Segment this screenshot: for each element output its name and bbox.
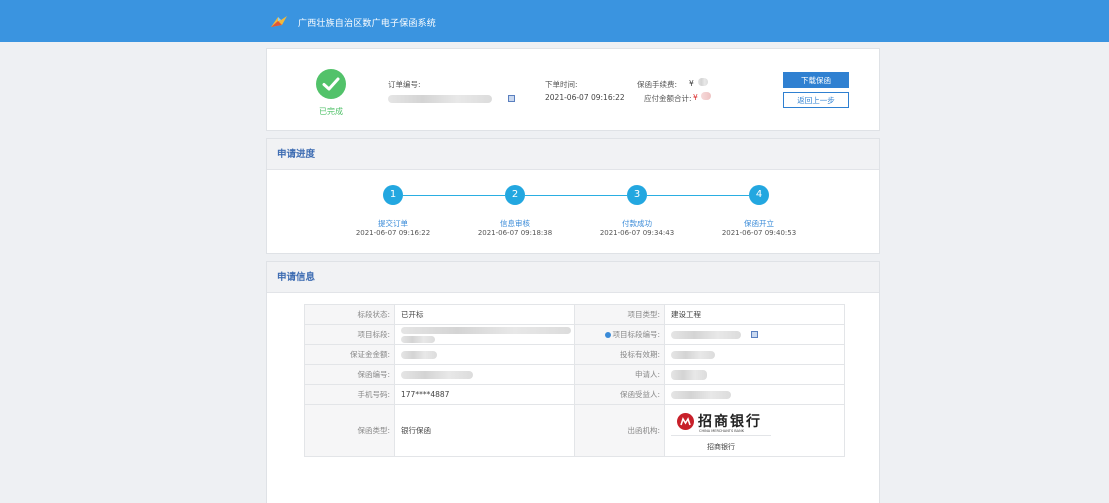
issuer-label: 出函机构: [574, 404, 665, 457]
section-no-label-cell: 项目标段编号: [574, 324, 665, 345]
step-number: 4 [749, 185, 769, 205]
redacted-value [401, 327, 571, 334]
info-title: 申请信息 [267, 262, 879, 293]
back-button[interactable]: 返回上一步 [783, 92, 849, 108]
progress-line [403, 195, 505, 196]
table-row: 手机号码: 177****4887 保函受益人: [304, 384, 845, 405]
redacted-value [671, 331, 741, 339]
beneficiary-value [664, 384, 845, 405]
applicant-value [664, 364, 845, 385]
issuer-value: 招商银行 CHINA MERCHANTS BANK 招商银行 [664, 404, 845, 457]
divider [671, 435, 771, 436]
section-value [394, 324, 575, 345]
total-value [701, 92, 711, 100]
redacted-value [671, 370, 707, 380]
redacted-value [671, 351, 715, 359]
copy-order-no-icon[interactable] [508, 95, 515, 102]
info-table: 标段状态: 已开标 项目类型: 建设工程 项目标段: 项目标段编号: 保证金金额… [304, 304, 845, 457]
bank-logo-icon [677, 413, 694, 430]
bank-card: 招商银行 CHINA MERCHANTS BANK 招商银行 [671, 408, 771, 454]
order-status: 已完成 [319, 107, 343, 116]
guarantee-type-value: 银行保函 [394, 404, 575, 457]
order-time-label: 下单时间: [545, 80, 578, 89]
application-info-card: 申请信息 标段状态: 已开标 项目类型: 建设工程 项目标段: 项目标段编号: … [266, 261, 880, 503]
app-title: 广西壮族自治区数广电子保函系统 [298, 19, 437, 29]
step-label: 提交订单 [378, 219, 408, 228]
order-time-value: 2021-06-07 09:16:22 [545, 93, 625, 102]
step-label: 保函开立 [744, 219, 774, 228]
table-row: 保函编号: 申请人: [304, 364, 845, 385]
bank-logo-en: CHINA MERCHANTS BANK [699, 429, 744, 433]
project-type-label: 项目类型: [574, 304, 665, 325]
step-number: 1 [383, 185, 403, 205]
progress-title: 申请进度 [267, 139, 879, 170]
phone-value: 177****4887 [394, 384, 575, 405]
guarantee-type-label: 保函类型: [304, 404, 395, 457]
bid-status-label: 标段状态: [304, 304, 395, 325]
total-currency: ¥ [693, 93, 698, 102]
step-label: 付款成功 [622, 219, 652, 228]
project-type-value: 建设工程 [664, 304, 845, 325]
step-time: 2021-06-07 09:34:43 [599, 229, 675, 237]
progress-card: 申请进度 1 2 3 4 提交订单 信息审核 付款成功 保函开立 2021-06… [266, 138, 880, 254]
section-label: 项目标段: [304, 324, 395, 345]
guarantee-no-value [394, 364, 575, 385]
fee-currency: ¥ [689, 79, 694, 88]
copy-section-no-icon[interactable] [751, 331, 758, 338]
table-row: 项目标段: 项目标段编号: [304, 324, 845, 345]
order-no-value [388, 95, 492, 103]
deposit-label: 保证金金额: [304, 344, 395, 365]
download-guarantee-button[interactable]: 下载保函 [783, 72, 849, 88]
step-number: 3 [627, 185, 647, 205]
info-icon [605, 332, 612, 338]
top-bar: 广西壮族自治区数广电子保函系统 [0, 0, 1109, 42]
table-row: 保证金金额: 投标有效期: [304, 344, 845, 365]
total-label: 应付金额合计: [644, 94, 692, 103]
phone-label: 手机号码: [304, 384, 395, 405]
step-time: 2021-06-07 09:40:53 [721, 229, 797, 237]
step-time: 2021-06-07 09:18:38 [477, 229, 553, 237]
table-row: 保函类型: 银行保函 出函机构: 招商银行 CHINA MERCHANTS BA… [304, 404, 845, 457]
redacted-value [401, 351, 437, 359]
validity-label: 投标有效期: [574, 344, 665, 365]
redacted-value [401, 336, 435, 343]
fee-label: 保函手续费: [637, 80, 678, 89]
validity-value [664, 344, 845, 365]
section-no-value [664, 324, 845, 345]
redacted-value [671, 391, 731, 399]
guarantee-no-label: 保函编号: [304, 364, 395, 385]
bid-status-value: 已开标 [394, 304, 575, 325]
table-row: 标段状态: 已开标 项目类型: 建设工程 [304, 304, 845, 325]
step-number: 2 [505, 185, 525, 205]
success-check-icon [316, 69, 346, 99]
beneficiary-label: 保函受益人: [574, 384, 665, 405]
bank-logo-text: 招商银行 [698, 414, 762, 430]
order-no-label: 订单编号: [388, 80, 421, 89]
redacted-value [401, 371, 473, 379]
step-label: 信息审核 [500, 219, 530, 228]
app-logo-icon [271, 16, 287, 27]
order-summary-card: 已完成 订单编号: 下单时间: 2021-06-07 09:16:22 保函手续… [266, 48, 880, 131]
step-time: 2021-06-07 09:16:22 [355, 229, 431, 237]
progress-line [525, 195, 627, 196]
bank-name: 招商银行 [707, 443, 735, 451]
fee-value [698, 78, 708, 86]
section-no-label: 项目标段编号: [612, 330, 660, 339]
progress-line [647, 195, 749, 196]
applicant-label: 申请人: [574, 364, 665, 385]
deposit-value [394, 344, 575, 365]
